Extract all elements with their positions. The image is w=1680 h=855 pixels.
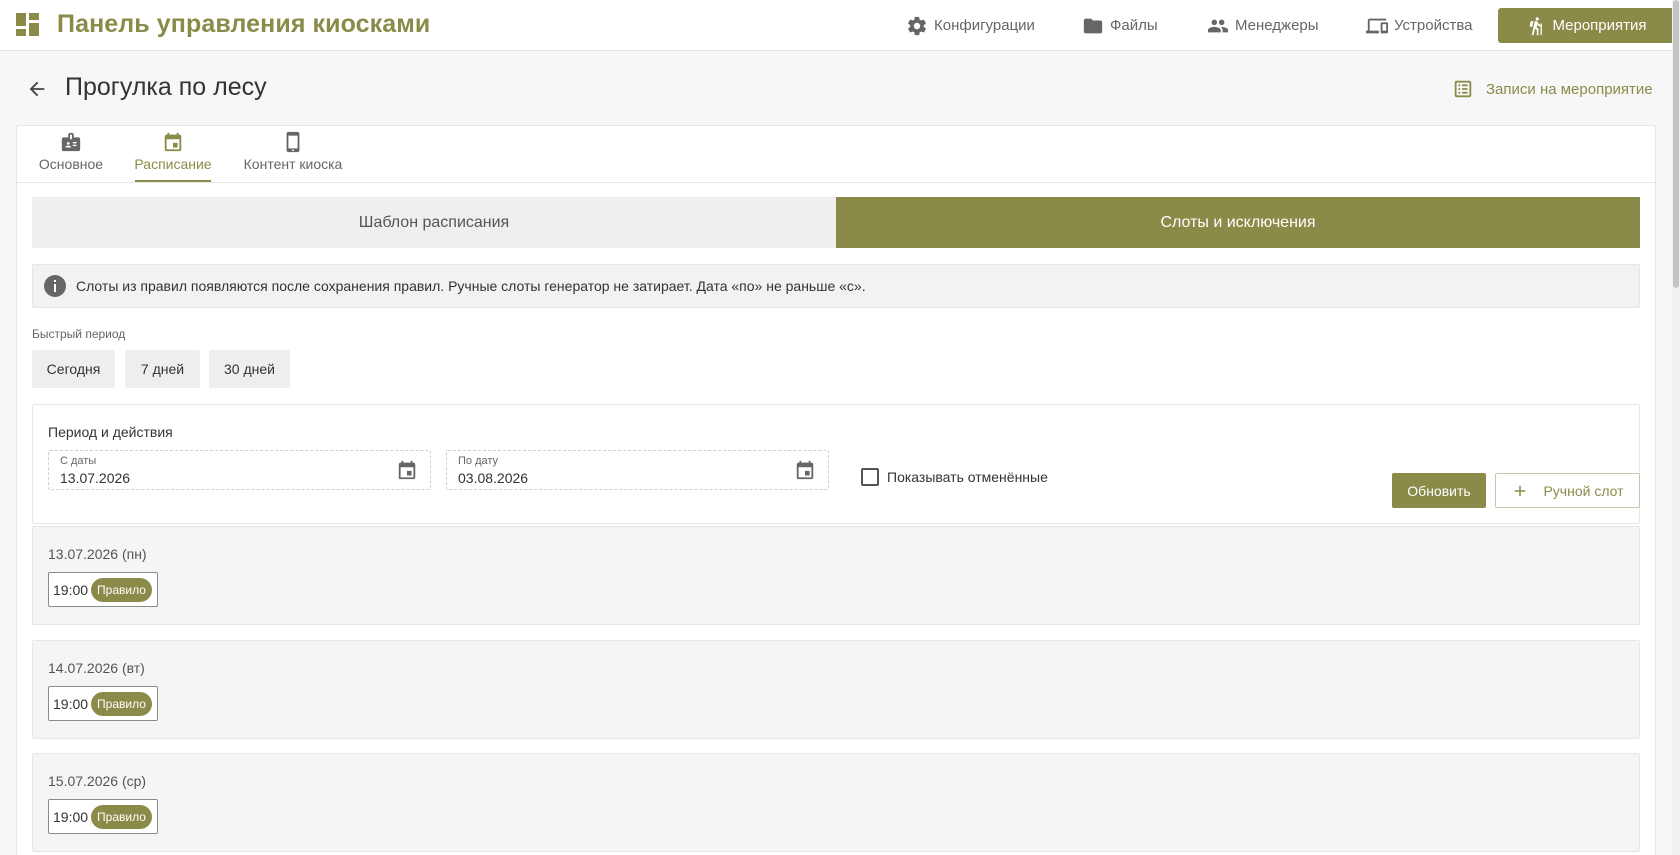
calendar-icon bbox=[164, 132, 182, 152]
page-title: Прогулка по лесу bbox=[65, 73, 267, 101]
tab-kiosk-content[interactable]: Контент киоска bbox=[243, 126, 343, 183]
slot-rule-badge: Правило bbox=[91, 804, 152, 829]
quick-7days-button[interactable]: 7 дней bbox=[125, 350, 200, 388]
people-icon bbox=[1207, 19, 1229, 32]
nav-label: Устройства bbox=[1394, 17, 1473, 34]
info-icon bbox=[44, 275, 66, 297]
hiking-icon bbox=[1530, 16, 1543, 35]
day-block: 13.07.2026 (пн) 19:00 Правило bbox=[32, 526, 1640, 625]
plus-icon bbox=[1515, 485, 1526, 496]
to-date-label: По дату bbox=[458, 455, 499, 467]
event-card: Основное Расписание Контент киоска Шабло… bbox=[16, 125, 1656, 855]
show-cancelled-label: Показывать отменённые bbox=[887, 469, 1048, 485]
devices-icon bbox=[1366, 18, 1388, 33]
top-header: Панель управления киосками Конфигурации … bbox=[0, 0, 1675, 51]
refresh-button[interactable]: Обновить bbox=[1392, 473, 1486, 508]
period-title: Период и действия bbox=[48, 424, 173, 440]
show-cancelled-checkbox[interactable] bbox=[861, 468, 879, 486]
period-actions-panel: Период и действия С даты 13.07.2026 По д… bbox=[32, 404, 1640, 524]
day-date: 13.07.2026 (пн) bbox=[48, 546, 147, 562]
nav-configurations[interactable]: Конфигурации bbox=[906, 0, 1035, 51]
nav-events[interactable]: Мероприятия bbox=[1498, 8, 1675, 43]
from-date-field[interactable]: С даты 13.07.2026 bbox=[48, 450, 431, 490]
to-date-value: 03.08.2026 bbox=[458, 470, 529, 486]
show-cancelled-toggle[interactable]: Показывать отменённые bbox=[861, 468, 1048, 486]
day-date: 14.07.2026 (вт) bbox=[48, 660, 145, 676]
badge-icon bbox=[61, 132, 81, 152]
segment-schedule-template[interactable]: Шаблон расписания bbox=[32, 197, 836, 248]
tabs-divider bbox=[17, 182, 1655, 183]
slot-rule-badge: Правило bbox=[91, 691, 152, 716]
slot-chip[interactable]: 19:00 Правило bbox=[48, 686, 158, 721]
nav-label: Мероприятия bbox=[1552, 17, 1647, 34]
nav-label: Менеджеры bbox=[1235, 17, 1319, 34]
tab-label: Основное bbox=[38, 156, 104, 172]
manual-slot-label: Ручной слот bbox=[1543, 482, 1624, 499]
to-date-field[interactable]: По дату 03.08.2026 bbox=[446, 450, 829, 490]
calendar-icon[interactable] bbox=[396, 459, 418, 481]
nav-label: Файлы bbox=[1110, 17, 1158, 34]
manual-slot-button[interactable]: Ручной слот bbox=[1495, 473, 1640, 508]
calendar-icon[interactable] bbox=[794, 459, 816, 481]
list-icon bbox=[1454, 80, 1472, 98]
nav-label: Конфигурации bbox=[934, 17, 1035, 34]
quick-30days-button[interactable]: 30 дней bbox=[209, 350, 290, 388]
tablet-icon bbox=[286, 131, 300, 153]
slot-time: 19:00 bbox=[53, 808, 89, 825]
slot-chip[interactable]: 19:00 Правило bbox=[48, 799, 158, 834]
nav-devices[interactable]: Устройства bbox=[1366, 0, 1472, 51]
folder-icon bbox=[1083, 18, 1103, 33]
quick-period-label: Быстрый период bbox=[32, 327, 126, 341]
gear-icon bbox=[908, 16, 926, 35]
back-arrow-icon[interactable] bbox=[26, 78, 48, 100]
day-block: 14.07.2026 (вт) 19:00 Правило bbox=[32, 640, 1640, 739]
records-link-label: Записи на мероприятие bbox=[1486, 80, 1653, 98]
day-block: 15.07.2026 (ср) 19:00 Правило bbox=[32, 753, 1640, 852]
slot-time: 19:00 bbox=[53, 695, 89, 712]
nav-files[interactable]: Файлы bbox=[1082, 0, 1158, 51]
from-date-label: С даты bbox=[60, 455, 97, 467]
vertical-scrollbar[interactable] bbox=[1672, 0, 1680, 855]
info-text: Слоты из правил появляются после сохране… bbox=[76, 278, 866, 294]
nav-managers[interactable]: Менеджеры bbox=[1207, 0, 1319, 51]
slot-time: 19:00 bbox=[53, 581, 89, 598]
tab-basic[interactable]: Основное bbox=[38, 126, 104, 183]
quick-today-button[interactable]: Сегодня bbox=[32, 350, 115, 388]
day-date: 15.07.2026 (ср) bbox=[48, 773, 147, 789]
segment-slots-exceptions[interactable]: Слоты и исключения bbox=[836, 197, 1640, 248]
scrollbar-thumb[interactable] bbox=[1673, 0, 1679, 288]
tab-label: Расписание bbox=[134, 156, 212, 172]
dashboard-logo-icon bbox=[16, 13, 39, 36]
tab-label: Контент киоска bbox=[243, 156, 343, 172]
event-records-link[interactable]: Записи на мероприятие bbox=[1452, 78, 1653, 100]
slot-rule-badge: Правило bbox=[91, 577, 152, 602]
info-notice: Слоты из правил появляются после сохране… bbox=[32, 264, 1640, 308]
tab-schedule[interactable]: Расписание bbox=[134, 126, 212, 183]
app-title: Панель управления киосками bbox=[57, 10, 431, 38]
from-date-value: 13.07.2026 bbox=[60, 470, 131, 486]
slot-chip[interactable]: 19:00 Правило bbox=[48, 572, 158, 607]
